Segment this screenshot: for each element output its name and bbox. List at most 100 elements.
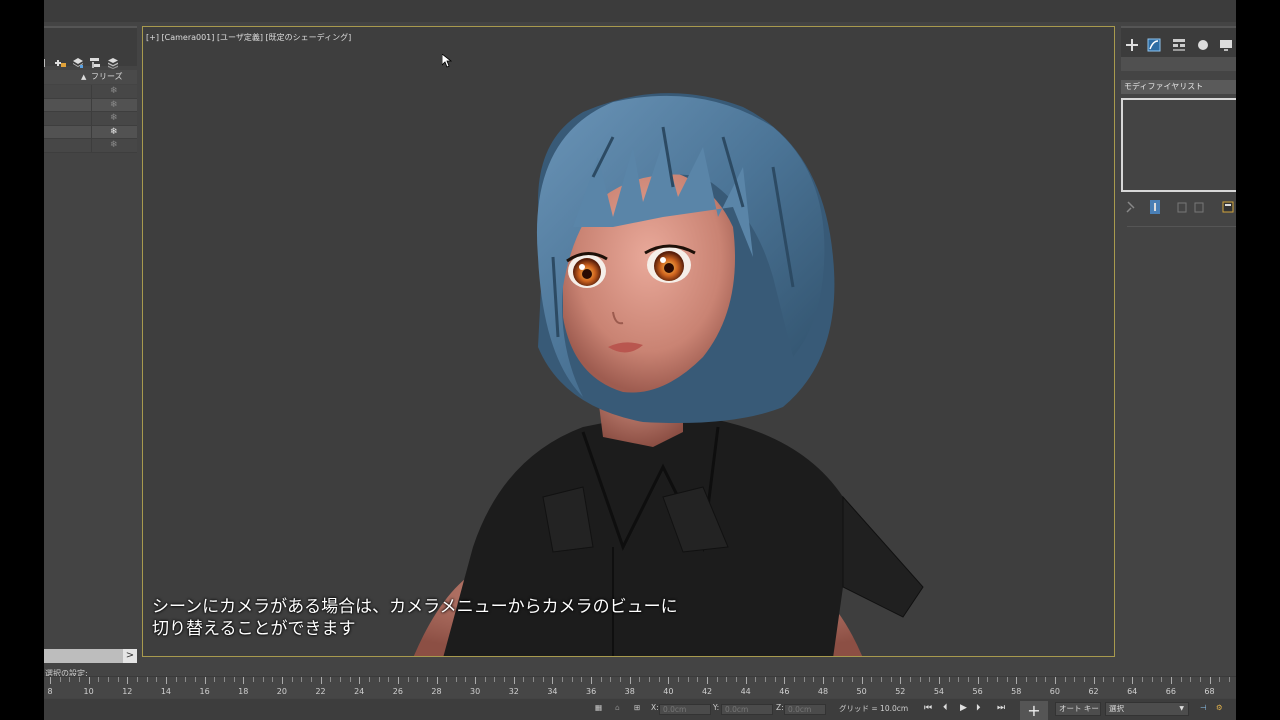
show-end-result-icon[interactable]	[1149, 199, 1161, 214]
add-layer-icon[interactable]	[54, 54, 66, 67]
create-icon[interactable]	[1124, 37, 1140, 53]
freeze-toggle-icon[interactable]: ❄	[110, 139, 118, 152]
hierarchy-icon[interactable]	[1171, 37, 1187, 53]
object-name-field[interactable]	[1121, 57, 1236, 71]
timeline-tick	[571, 677, 573, 682]
layers-icon[interactable]	[72, 54, 84, 68]
remove-modifier-icon[interactable]	[1193, 199, 1205, 213]
list-item[interactable]: ❄	[44, 125, 137, 139]
key-filters-icon[interactable]: ⊣	[1200, 703, 1207, 712]
pin-stack-icon[interactable]	[1125, 199, 1137, 213]
timeline-tick	[1093, 677, 1095, 684]
timeline-tick-label: 12	[122, 687, 133, 696]
timeline-tick	[446, 677, 448, 682]
timeline-tick	[1074, 677, 1076, 682]
chevron-down-icon: ▼	[1179, 705, 1184, 712]
timeline-tick-label: 26	[392, 687, 403, 696]
play-icon[interactable]: ▶	[960, 703, 967, 713]
camera-viewport[interactable]: [+] [Camera001] [ユーザ定義] [既定のシェーディング] シーン…	[142, 26, 1115, 657]
timeline-tick-label: 24	[354, 687, 365, 696]
timeline-tick	[1228, 677, 1230, 682]
go-to-start-icon[interactable]: ⏮	[924, 703, 932, 713]
go-to-end-icon[interactable]: ⏭	[997, 703, 1005, 713]
timeline-tick	[765, 677, 767, 682]
freeze-toggle-icon[interactable]: ❄	[110, 85, 118, 98]
configure-sets-icon[interactable]	[1222, 199, 1234, 213]
scroll-right-button[interactable]: >	[123, 649, 137, 663]
set-key-button[interactable]: +	[1020, 701, 1048, 720]
timeline-tick	[136, 677, 138, 682]
modifier-stack-tools	[1121, 196, 1236, 216]
timeline-tick	[291, 677, 293, 682]
timeline-tick	[726, 677, 728, 682]
timeline-tick	[1190, 677, 1192, 682]
next-frame-icon[interactable]: ⏵	[976, 703, 981, 713]
timeline-tick	[736, 677, 738, 682]
timeline-tick	[523, 677, 525, 682]
z-coord-field[interactable]: 0.0cm	[784, 704, 826, 715]
timeline-tick	[223, 677, 225, 682]
filter-icon[interactable]	[44, 54, 54, 67]
time-configuration-icon[interactable]: ⚙	[1216, 703, 1223, 712]
viewport-label[interactable]: [+] [Camera001] [ユーザ定義] [既定のシェーディング]	[146, 32, 351, 43]
timeline-tick	[745, 677, 747, 684]
timeline-tick	[127, 677, 129, 684]
selection-set-dropdown[interactable]: 選択 ▼	[1105, 702, 1189, 716]
list-item[interactable]: ❄	[44, 85, 137, 99]
timeline-tick-label: 32	[508, 687, 519, 696]
timeline-ruler[interactable]: 8 10 12 14 16 18 20 22 24 26 28 30 32 34 36 38 40 42 44 46 4…	[44, 676, 1236, 698]
timeline-tick	[1122, 677, 1124, 682]
timeline-tick	[794, 677, 795, 682]
timeline-tick	[388, 677, 390, 682]
horizontal-scrollbar[interactable]: >	[44, 649, 137, 663]
x-coord-field[interactable]: 0.0cm	[659, 704, 711, 715]
timeline-tick	[1054, 677, 1056, 684]
timeline-tick-label: 16	[199, 687, 210, 696]
previous-frame-icon[interactable]: ⏴	[943, 703, 948, 713]
column-header[interactable]: ▲ フリーズ	[44, 70, 137, 84]
modifier-stack[interactable]	[1121, 98, 1236, 192]
timeline-tick	[204, 677, 206, 684]
timeline-tick-label: 38	[624, 687, 635, 696]
timeline-tick	[330, 677, 332, 682]
display-icon[interactable]	[1218, 37, 1234, 53]
motion-icon[interactable]	[1195, 37, 1211, 53]
timeline-tick	[1132, 677, 1134, 684]
timeline-tick	[1161, 677, 1163, 682]
timeline-tick	[938, 677, 940, 684]
auto-key-button[interactable]: オート キー	[1055, 702, 1101, 716]
freeze-toggle-icon[interactable]: ❄	[110, 99, 118, 112]
list-item[interactable]: ❄	[44, 139, 137, 153]
timeline-tick	[958, 677, 960, 682]
timeline-tick-label: 68	[1204, 687, 1215, 696]
absolute-mode-icon[interactable]: ▦	[595, 703, 602, 712]
timeline-tick-label: 30	[470, 687, 481, 696]
timeline-tick	[368, 677, 370, 682]
layer-stack-icon[interactable]	[107, 54, 119, 69]
make-unique-icon[interactable]	[1177, 199, 1189, 213]
transform-mode-icon[interactable]: ⊞	[634, 703, 640, 712]
timeline-tick	[50, 677, 51, 684]
timeline-tick	[716, 677, 718, 682]
timeline-tick	[678, 677, 680, 682]
y-coord-field[interactable]: 0.0cm	[721, 704, 773, 715]
list-item[interactable]: ❄	[44, 112, 137, 126]
timeline-tick	[823, 677, 824, 684]
sort-arrow-icon: ▲	[81, 73, 87, 81]
freeze-toggle-icon[interactable]: ❄	[110, 126, 118, 139]
timeline-tick-label: 36	[586, 687, 597, 696]
timeline-tick	[69, 677, 71, 682]
lock-icon[interactable]: ⌂	[615, 703, 620, 712]
modifier-list-dropdown[interactable]: モディファイヤリスト	[1121, 80, 1236, 94]
main-toolbar	[44, 0, 1236, 22]
timeline-tick	[281, 677, 283, 684]
list-item[interactable]: ❄	[44, 98, 137, 112]
freeze-toggle-icon[interactable]: ❄	[110, 112, 118, 125]
timeline-tick	[784, 677, 786, 684]
timeline-tick	[832, 677, 834, 682]
subtitle-line-1: シーンにカメラがある場合は、カメラメニューからカメラのビューに	[152, 597, 678, 617]
hierarchy-tree-icon[interactable]	[89, 54, 101, 68]
timeline-tick	[996, 677, 998, 682]
modify-icon[interactable]	[1146, 37, 1162, 53]
z-coord-label: Z:	[776, 703, 784, 712]
